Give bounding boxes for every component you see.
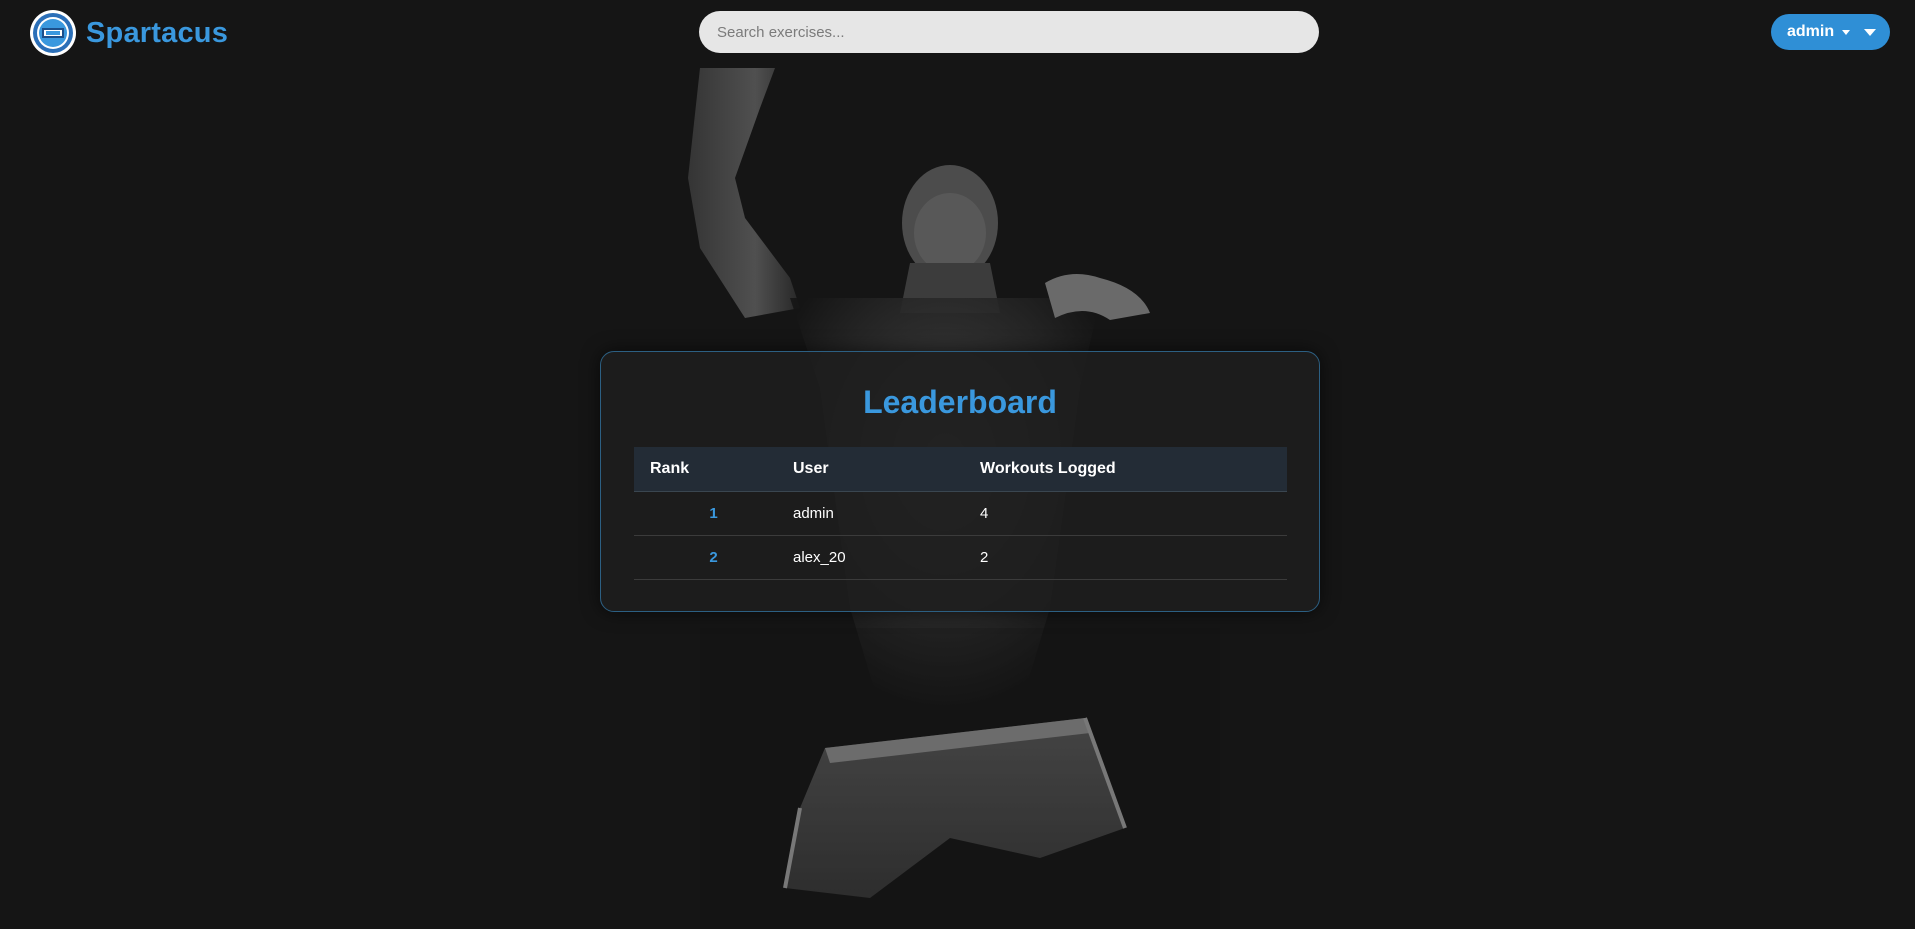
user-cell: alex_20 xyxy=(777,535,964,580)
leaderboard-card: Leaderboard Rank User Workouts Logged 1 … xyxy=(600,351,1320,612)
workouts-cell: 4 xyxy=(964,491,1287,536)
leaderboard-table: Rank User Workouts Logged 1 admin 4 2 al… xyxy=(634,447,1287,580)
user-menu-label: admin xyxy=(1787,23,1835,40)
leaderboard-title: Leaderboard xyxy=(863,384,1057,420)
top-navbar: Spartacus admin xyxy=(0,0,1915,68)
table-header-row: Rank User Workouts Logged xyxy=(634,447,1287,492)
brand-home-link[interactable]: Spartacus xyxy=(29,8,228,58)
user-cell: admin xyxy=(777,491,964,536)
search-input[interactable] xyxy=(699,11,1319,53)
crunch-logo-icon xyxy=(30,10,76,56)
table-row: 2 alex_20 2 xyxy=(634,535,1287,580)
table-row: 1 admin 4 xyxy=(634,491,1287,536)
caret-down-icon xyxy=(1842,29,1851,35)
workouts-cell: 2 xyxy=(964,535,1287,580)
rank-cell: 1 xyxy=(634,491,777,536)
user-menu-button[interactable]: admin xyxy=(1771,14,1890,50)
brand-name: Spartacus xyxy=(86,16,229,49)
column-header-rank: Rank xyxy=(634,447,777,492)
column-header-workouts: Workouts Logged xyxy=(964,447,1287,492)
dropdown-toggle-icon[interactable] xyxy=(1864,28,1877,36)
page: Spartacus admin Leaderboard Rank User Wo… xyxy=(0,0,1915,929)
rank-cell: 2 xyxy=(634,535,777,580)
column-header-user: User xyxy=(777,447,964,492)
